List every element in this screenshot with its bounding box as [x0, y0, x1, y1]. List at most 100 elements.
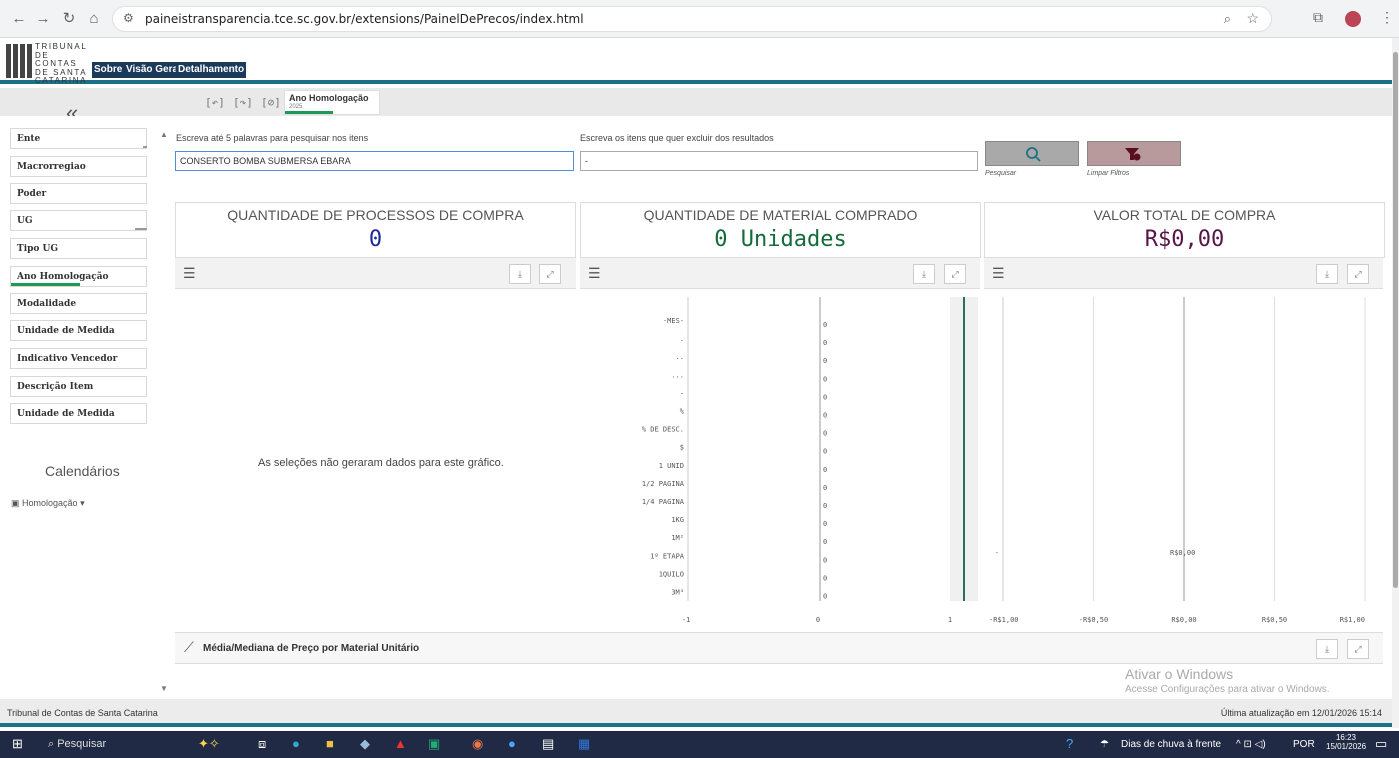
weather-text[interactable]: Dias de chuva à frente: [1121, 739, 1221, 750]
chrome-icon[interactable]: ◉: [472, 736, 483, 752]
app-icon-2[interactable]: ●: [508, 736, 516, 751]
chart-3-x-tick: -R$1,00: [989, 616, 1019, 624]
tab-sobre[interactable]: Sobre: [92, 62, 125, 78]
line-chart-icon: ⟋: [184, 639, 194, 655]
edge-icon[interactable]: ●: [292, 736, 300, 751]
profile-avatar[interactable]: [1345, 11, 1361, 27]
task-view-icon[interactable]: ⧈: [258, 736, 266, 752]
clear-selections-icon[interactable]: [⊘]: [261, 96, 281, 109]
chart-2-category-label: 1º ETAPA: [650, 552, 685, 560]
chart-2-category-label: ...: [671, 371, 684, 379]
filter-indicativo-vencedor[interactable]: Indicativo Vencedor: [10, 348, 147, 369]
page-scrollbar[interactable]: [1392, 38, 1399, 728]
filter-unidade-de-medida[interactable]: Unidade de Medida: [10, 320, 147, 341]
chart-menu-icon[interactable]: ☰: [588, 265, 601, 282]
notifications-icon[interactable]: ▭: [1375, 736, 1387, 752]
filter-poder[interactable]: Poder: [10, 183, 147, 204]
7zip-icon[interactable]: ▤: [542, 736, 554, 752]
chart-2-category-label: -MES-: [663, 317, 684, 325]
kpi-valor-title: VALOR TOTAL DE COMPRA: [1093, 207, 1276, 223]
sparkle-icon[interactable]: ✦✧: [198, 736, 220, 752]
step-back-icon[interactable]: [↶]: [205, 96, 225, 109]
clock[interactable]: 16:23 15/01/2026: [1326, 733, 1366, 751]
tab-visao-geral[interactable]: Visão Geral: [124, 62, 183, 78]
download-icon[interactable]: ⤓: [509, 264, 531, 284]
exclude-search-input[interactable]: -: [580, 151, 978, 171]
chart-2-category-label: 1 UNID: [659, 462, 684, 470]
weather-icon[interactable]: ☂: [1100, 739, 1109, 750]
selection-chip[interactable]: Ano Homologação 2025: [284, 90, 380, 115]
tray-icons[interactable]: ^ ⊡ ◁): [1236, 739, 1266, 750]
chart-3-x-tick: -R$0,50: [1079, 616, 1109, 624]
filter-unidade-de-medida-2[interactable]: Unidade de Medida: [10, 403, 147, 424]
chart-menu-icon[interactable]: ☰: [183, 265, 196, 282]
media-mediana-title: Média/Mediana de Preço por Material Unit…: [203, 643, 420, 654]
calendar-title: Calendários: [45, 463, 120, 479]
filter-macrorregiao[interactable]: Macrorregiao: [10, 156, 147, 177]
calendar-icon: ▣: [11, 498, 23, 508]
clear-filters-label: Limpar Filtros: [1087, 170, 1130, 177]
tce-logo: TRIBUNAL DE CONTAS DE SANTA CATARINA: [6, 42, 90, 85]
windows-taskbar: ⊞ ⌕ Pesquisar ✦✧ ⧈ ● ■ ◆ ▲ ▣ ◉ ● ▤ ▦ ? ☂…: [0, 731, 1399, 758]
download-icon[interactable]: ⤓: [1316, 639, 1338, 659]
file-explorer-icon[interactable]: ■: [326, 736, 334, 751]
download-icon[interactable]: ⤓: [1316, 264, 1338, 284]
chart-2-category-label: 1QUILO: [659, 570, 684, 578]
chart-menu-icon[interactable]: ☰: [992, 265, 1005, 282]
menu-icon[interactable]: ⋮: [1380, 9, 1394, 26]
kpi-material-title: QUANTIDADE DE MATERIAL COMPRADO: [643, 207, 918, 223]
windows-start-icon[interactable]: ⊞: [12, 736, 23, 752]
zoom-icon[interactable]: ⌕: [1224, 11, 1231, 27]
kpi-processos-value: 0: [368, 227, 383, 252]
filter-ug[interactable]: UG: [10, 210, 147, 231]
help-icon[interactable]: ?: [1066, 736, 1073, 751]
footer-last-update: Última atualização em 12/01/2026 15:14: [1220, 708, 1382, 718]
kpi-processos-title: QUANTIDADE DE PROCESSOS DE COMPRA: [227, 207, 524, 223]
word-icon[interactable]: ▦: [578, 736, 590, 752]
reload-icon[interactable]: ↻: [58, 8, 80, 30]
app-icon[interactable]: ◆: [360, 736, 370, 752]
expand-icon[interactable]: ⤢: [944, 264, 966, 284]
filter-descricao-item[interactable]: Descrição Item: [10, 376, 147, 397]
address-bar[interactable]: ⚙ paineistransparencia.tce.sc.gov.br/ext…: [112, 6, 1272, 32]
search-button[interactable]: [985, 141, 1079, 166]
back-icon[interactable]: ←: [8, 8, 30, 30]
filter-modalidade[interactable]: Modalidade: [10, 293, 147, 314]
chart-2-data-label: 0: [823, 375, 827, 383]
clear-filters-button[interactable]: [1087, 141, 1181, 166]
filter-ente[interactable]: Ente: [10, 128, 147, 149]
language-indicator[interactable]: POR: [1293, 739, 1315, 750]
search-icon: [1026, 147, 1041, 162]
taskbar-search[interactable]: ⌕ Pesquisar: [40, 734, 180, 755]
expand-icon[interactable]: ⤢: [1347, 264, 1369, 284]
search-button-label: Pesquisar: [985, 170, 1017, 177]
chart-2-data-label: 0: [823, 466, 827, 474]
dropdown-icon: ▾: [77, 498, 85, 508]
chart-2-category-label: 1KG: [671, 516, 684, 524]
chart-2-data-label: 0: [823, 393, 827, 401]
include-search-input[interactable]: CONSERTO BOMBA SUBMERSA EBARA: [175, 151, 574, 171]
step-forward-icon[interactable]: [↷]: [233, 96, 253, 109]
scroll-down-icon[interactable]: ▼: [160, 684, 168, 693]
filter-ano-homologacao[interactable]: Ano Homologação: [10, 266, 147, 287]
extensions-icon[interactable]: ⧉: [1313, 9, 1323, 26]
chart-2-category-label: -: [680, 389, 684, 397]
chart-3-x-tick: R$1,00: [1340, 616, 1365, 624]
site-info-icon[interactable]: ⚙: [123, 11, 134, 25]
kpi-processos: QUANTIDADE DE PROCESSOS DE COMPRA 0: [175, 202, 576, 258]
calendar-homologacao[interactable]: ▣ Homologação ▾: [11, 498, 85, 509]
download-icon[interactable]: ⤓: [913, 264, 935, 284]
filter-tipo-ug[interactable]: Tipo UG: [10, 238, 147, 259]
home-icon[interactable]: ⌂: [83, 8, 105, 30]
expand-icon[interactable]: ⤢: [1347, 639, 1369, 659]
tab-detalhamento[interactable]: Detalhamento: [176, 62, 247, 78]
media-mediana-panel: ⟋ Média/Mediana de Preço por Material Un…: [175, 632, 1383, 664]
bookmark-star-icon[interactable]: ☆: [1246, 10, 1259, 27]
expand-icon[interactable]: ⤢: [539, 264, 561, 284]
chart-2-category-label: % DE DESC.: [642, 426, 684, 434]
excel-icon[interactable]: ▣: [428, 736, 440, 752]
forward-icon[interactable]: →: [32, 8, 54, 30]
scroll-up-icon[interactable]: ▲: [160, 130, 168, 139]
chart-2-data-label: 0: [823, 339, 827, 347]
acrobat-icon[interactable]: ▲: [394, 736, 407, 751]
